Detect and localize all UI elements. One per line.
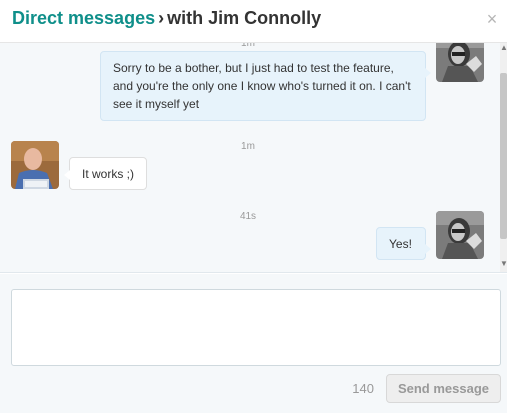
sent-message-bubble: Yes! (376, 227, 431, 260)
scroll-down-arrow-icon[interactable]: ▼ (500, 259, 507, 269)
message-text-line: Sorry to be a bother, but I just had to … (113, 61, 394, 75)
message-input[interactable] (11, 289, 501, 366)
conversation-scrollbar[interactable]: ▲ ▼ (500, 43, 507, 272)
header-title: Direct messages › with Jim Connolly (12, 8, 321, 29)
conversation-title: with Jim Connolly (167, 8, 322, 28)
message-text: Yes! (389, 237, 412, 251)
own-avatar-icon[interactable] (436, 43, 484, 82)
scroll-up-arrow-icon[interactable]: ▲ (500, 43, 507, 53)
message-timestamp: 41s (239, 211, 257, 222)
breadcrumb-separator: › (158, 8, 165, 28)
character-count: 140 (352, 381, 374, 396)
received-message-bubble: It works ;) (64, 157, 147, 190)
message-timestamp: 1m (241, 43, 255, 49)
send-message-button[interactable]: Send message (386, 374, 501, 403)
message-text: It works ;) (82, 167, 135, 181)
dm-header: Direct messages › with Jim Connolly × (0, 0, 507, 43)
compose-area: 140 Send message (0, 274, 507, 413)
direct-messages-link[interactable]: Direct messages (12, 8, 155, 28)
conversation-thread[interactable]: 1m Sorry to be a bother, but I just had … (0, 43, 507, 273)
message-text-line: and you're the only one I know who's tur… (113, 79, 411, 93)
jim-connolly-avatar-icon[interactable] (11, 141, 59, 189)
own-avatar-icon[interactable] (436, 211, 484, 259)
message-text-line: see it myself yet (113, 97, 200, 111)
message-timestamp: 1m (241, 141, 255, 152)
close-icon[interactable]: × (485, 10, 499, 28)
sent-message-bubble: Sorry to be a bother, but I just had to … (100, 51, 431, 121)
scroll-thumb[interactable] (500, 73, 507, 239)
